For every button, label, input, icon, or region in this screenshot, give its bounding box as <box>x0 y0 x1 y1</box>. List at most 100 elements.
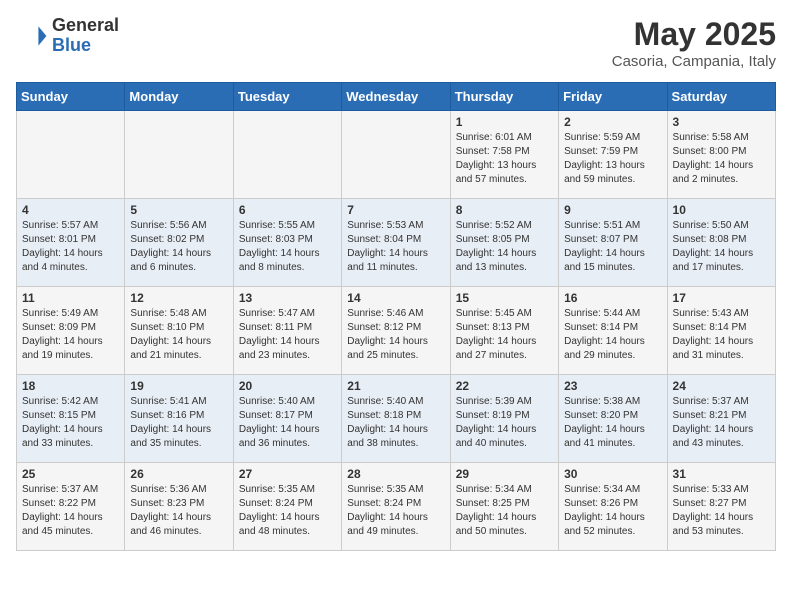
week-row-3: 11 Sunrise: 5:49 AM Sunset: 8:09 PM Dayli… <box>17 287 776 375</box>
calendar-cell: 17 Sunrise: 5:43 AM Sunset: 8:14 PM Dayli… <box>667 287 775 375</box>
calendar-table: SundayMondayTuesdayWednesdayThursdayFrid… <box>16 82 776 551</box>
day-info: Sunrise: 5:44 AM Sunset: 8:14 PM Dayligh… <box>564 307 661 363</box>
calendar-cell: 29Sunrise: 5:34 AM Sunset: 8:25 PM Dayli… <box>450 463 558 551</box>
day-number: 4 <box>22 203 119 217</box>
day-number: 31 <box>673 467 770 481</box>
day-info: Sunrise: 5:36 AM Sunset: 8:23 PM Dayligh… <box>130 483 227 539</box>
day-number: 16 <box>564 291 661 305</box>
weekday-wednesday: Wednesday <box>342 83 450 111</box>
day-number: 13 <box>239 291 336 305</box>
day-info: Sunrise: 5:56 AM Sunset: 8:02 PM Dayligh… <box>130 219 227 275</box>
day-number: 15 <box>456 291 553 305</box>
calendar-cell: 22 Sunrise: 5:39 AM Sunset: 8:19 PM Dayli… <box>450 375 558 463</box>
day-info: Sunrise: 5:47 AM Sunset: 8:11 PM Dayligh… <box>239 307 336 363</box>
calendar-cell: 19 Sunrise: 5:41 AM Sunset: 8:16 PM Dayli… <box>125 375 233 463</box>
calendar-cell: 4Sunrise: 5:57 AM Sunset: 8:01 PM Daylig… <box>17 199 125 287</box>
location: Casoria, Campania, Italy <box>612 53 776 70</box>
calendar-cell: 24Sunrise: 5:37 AM Sunset: 8:21 PM Dayli… <box>667 375 775 463</box>
day-number: 1 <box>456 115 553 129</box>
weekday-monday: Monday <box>125 83 233 111</box>
day-info: Sunrise: 5:52 AM Sunset: 8:05 PM Dayligh… <box>456 219 553 275</box>
day-info: Sunrise: 5:39 AM Sunset: 8:19 PM Dayligh… <box>456 395 553 451</box>
calendar-cell: 13 Sunrise: 5:47 AM Sunset: 8:11 PM Dayli… <box>233 287 341 375</box>
weekday-header-row: SundayMondayTuesdayWednesdayThursdayFrid… <box>17 83 776 111</box>
day-number: 19 <box>130 379 227 393</box>
weekday-tuesday: Tuesday <box>233 83 341 111</box>
calendar-cell: 8Sunrise: 5:52 AM Sunset: 8:05 PM Daylig… <box>450 199 558 287</box>
weekday-sunday: Sunday <box>17 83 125 111</box>
day-info: Sunrise: 5:35 AM Sunset: 8:24 PM Dayligh… <box>347 483 444 539</box>
month-title: May 2025 <box>612 16 776 53</box>
day-number: 9 <box>564 203 661 217</box>
calendar-cell <box>17 111 125 199</box>
calendar-cell: 20 Sunrise: 5:40 AM Sunset: 8:17 PM Dayli… <box>233 375 341 463</box>
day-info: Sunrise: 5:33 AM Sunset: 8:27 PM Dayligh… <box>673 483 770 539</box>
day-number: 11 <box>22 291 119 305</box>
day-number: 28 <box>347 467 444 481</box>
calendar-cell <box>125 111 233 199</box>
calendar-cell: 3 Sunrise: 5:58 AM Sunset: 8:00 PM Daylig… <box>667 111 775 199</box>
logo: General Blue <box>16 16 119 56</box>
day-number: 6 <box>239 203 336 217</box>
day-info: Sunrise: 5:40 AM Sunset: 8:17 PM Dayligh… <box>239 395 336 451</box>
day-number: 17 <box>673 291 770 305</box>
day-number: 21 <box>347 379 444 393</box>
day-info: Sunrise: 5:55 AM Sunset: 8:03 PM Dayligh… <box>239 219 336 275</box>
day-info: Sunrise: 5:37 AM Sunset: 8:22 PM Dayligh… <box>22 483 119 539</box>
day-info: Sunrise: 5:38 AM Sunset: 8:20 PM Dayligh… <box>564 395 661 451</box>
day-info: Sunrise: 5:35 AM Sunset: 8:24 PM Dayligh… <box>239 483 336 539</box>
calendar-cell: 31 Sunrise: 5:33 AM Sunset: 8:27 PM Dayli… <box>667 463 775 551</box>
day-info: Sunrise: 5:46 AM Sunset: 8:12 PM Dayligh… <box>347 307 444 363</box>
day-info: Sunrise: 5:43 AM Sunset: 8:14 PM Dayligh… <box>673 307 770 363</box>
day-number: 5 <box>130 203 227 217</box>
day-info: Sunrise: 5:59 AM Sunset: 7:59 PM Dayligh… <box>564 131 661 187</box>
calendar-cell: 14Sunrise: 5:46 AM Sunset: 8:12 PM Dayli… <box>342 287 450 375</box>
calendar-cell: 9 Sunrise: 5:51 AM Sunset: 8:07 PM Daylig… <box>559 199 667 287</box>
day-number: 20 <box>239 379 336 393</box>
calendar-cell: 11 Sunrise: 5:49 AM Sunset: 8:09 PM Dayli… <box>17 287 125 375</box>
logo-general: General <box>52 16 119 36</box>
logo-icon <box>16 20 48 52</box>
day-number: 27 <box>239 467 336 481</box>
calendar-cell: 2 Sunrise: 5:59 AM Sunset: 7:59 PM Daylig… <box>559 111 667 199</box>
calendar-cell: 6 Sunrise: 5:55 AM Sunset: 8:03 PM Daylig… <box>233 199 341 287</box>
logo-text: General Blue <box>52 16 119 56</box>
day-info: Sunrise: 5:49 AM Sunset: 8:09 PM Dayligh… <box>22 307 119 363</box>
calendar-cell: 30Sunrise: 5:34 AM Sunset: 8:26 PM Dayli… <box>559 463 667 551</box>
day-info: Sunrise: 5:58 AM Sunset: 8:00 PM Dayligh… <box>673 131 770 187</box>
day-info: Sunrise: 5:50 AM Sunset: 8:08 PM Dayligh… <box>673 219 770 275</box>
week-row-4: 18Sunrise: 5:42 AM Sunset: 8:15 PM Dayli… <box>17 375 776 463</box>
day-number: 23 <box>564 379 661 393</box>
day-number: 3 <box>673 115 770 129</box>
day-info: Sunrise: 5:34 AM Sunset: 8:25 PM Dayligh… <box>456 483 553 539</box>
calendar-cell <box>233 111 341 199</box>
day-info: Sunrise: 5:45 AM Sunset: 8:13 PM Dayligh… <box>456 307 553 363</box>
day-number: 25 <box>22 467 119 481</box>
day-info: Sunrise: 5:41 AM Sunset: 8:16 PM Dayligh… <box>130 395 227 451</box>
day-info: Sunrise: 5:53 AM Sunset: 8:04 PM Dayligh… <box>347 219 444 275</box>
day-number: 18 <box>22 379 119 393</box>
day-info: Sunrise: 6:01 AM Sunset: 7:58 PM Dayligh… <box>456 131 553 187</box>
calendar-cell: 10Sunrise: 5:50 AM Sunset: 8:08 PM Dayli… <box>667 199 775 287</box>
week-row-1: 1 Sunrise: 6:01 AM Sunset: 7:58 PM Daylig… <box>17 111 776 199</box>
weekday-thursday: Thursday <box>450 83 558 111</box>
day-info: Sunrise: 5:40 AM Sunset: 8:18 PM Dayligh… <box>347 395 444 451</box>
day-info: Sunrise: 5:37 AM Sunset: 8:21 PM Dayligh… <box>673 395 770 451</box>
week-row-2: 4Sunrise: 5:57 AM Sunset: 8:01 PM Daylig… <box>17 199 776 287</box>
title-block: May 2025 Casoria, Campania, Italy <box>612 16 776 70</box>
calendar-cell: 21 Sunrise: 5:40 AM Sunset: 8:18 PM Dayli… <box>342 375 450 463</box>
day-info: Sunrise: 5:34 AM Sunset: 8:26 PM Dayligh… <box>564 483 661 539</box>
calendar-cell: 27 Sunrise: 5:35 AM Sunset: 8:24 PM Dayli… <box>233 463 341 551</box>
day-info: Sunrise: 5:51 AM Sunset: 8:07 PM Dayligh… <box>564 219 661 275</box>
day-number: 22 <box>456 379 553 393</box>
calendar-cell: 12Sunrise: 5:48 AM Sunset: 8:10 PM Dayli… <box>125 287 233 375</box>
calendar-cell: 1 Sunrise: 6:01 AM Sunset: 7:58 PM Daylig… <box>450 111 558 199</box>
page-header: General Blue May 2025 Casoria, Campania,… <box>16 16 776 70</box>
calendar-cell <box>342 111 450 199</box>
logo-blue: Blue <box>52 36 119 56</box>
day-number: 2 <box>564 115 661 129</box>
day-number: 26 <box>130 467 227 481</box>
calendar-cell: 25 Sunrise: 5:37 AM Sunset: 8:22 PM Dayli… <box>17 463 125 551</box>
calendar-cell: 16 Sunrise: 5:44 AM Sunset: 8:14 PM Dayli… <box>559 287 667 375</box>
week-row-5: 25 Sunrise: 5:37 AM Sunset: 8:22 PM Dayli… <box>17 463 776 551</box>
